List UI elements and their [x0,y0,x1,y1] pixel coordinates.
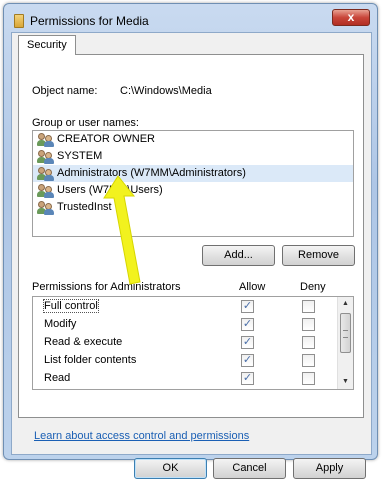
user-group-icon [37,184,55,198]
permissions-dialog: Permissions for Media x Security Object … [3,3,378,479]
user-item-administrators[interactable]: Administrators (W7MM\Administrators) [33,165,353,182]
object-name-value: C:\Windows\Media [120,85,212,97]
user-group-icon [37,167,55,181]
user-item-label: Administrators (W7MM\Administrators) [57,167,246,179]
ok-button[interactable]: OK [134,458,207,479]
remove-button[interactable]: Remove [282,245,355,266]
title-bar: Permissions for Media x [4,4,377,34]
user-group-icon [37,201,55,215]
learn-more-link[interactable]: Learn about access control and permissio… [34,430,249,442]
deny-checkbox[interactable] [302,336,315,349]
close-button[interactable]: x [332,9,370,26]
user-item-users[interactable]: Users (W7MM\Users) [33,182,353,199]
user-item-label: Users (W7MM\Users) [57,184,163,196]
folder-icon [14,14,24,28]
user-item-system[interactable]: SYSTEM [33,148,353,165]
scroll-thumb[interactable] [340,313,351,353]
allow-column-header: Allow [239,281,266,293]
scroll-up-icon[interactable]: ▲ [338,297,353,311]
group-names-label: Group or user names: [32,117,139,129]
permissions-list: Full control ✓ Modify ✓ Read & execute ✓… [32,296,354,390]
perm-label: Modify [44,318,77,330]
user-item-creator-owner[interactable]: CREATOR OWNER [33,131,353,148]
user-item-trustedinstaller[interactable]: TrustedInst [33,199,353,216]
user-item-label: TrustedInst [57,201,112,213]
deny-checkbox[interactable] [302,354,315,367]
allow-checkbox[interactable]: ✓ [241,300,254,313]
deny-checkbox[interactable] [302,300,315,313]
deny-column-header: Deny [300,281,326,293]
user-item-label: SYSTEM [57,150,103,162]
perm-row-modify: Modify ✓ [33,315,353,333]
permissions-scrollbar[interactable]: ▲ ▼ [337,297,353,389]
perm-row-read-execute: Read & execute ✓ [33,333,353,351]
perm-label: Read & execute [44,336,123,348]
allow-checkbox[interactable]: ✓ [241,354,254,367]
user-group-icon [37,133,55,147]
perm-label: Read [44,372,71,384]
deny-checkbox[interactable] [302,318,315,331]
perm-row-full-control: Full control ✓ [33,297,353,315]
cancel-button[interactable]: Cancel [213,458,286,479]
allow-checkbox[interactable]: ✓ [241,372,254,385]
dialog-body: Security Object name: C:\Windows\Media G… [11,32,372,479]
apply-button[interactable]: Apply [293,458,366,479]
allow-checkbox[interactable]: ✓ [241,318,254,331]
add-button[interactable]: Add... [202,245,275,266]
allow-checkbox[interactable]: ✓ [241,336,254,349]
tab-security[interactable]: Security [18,35,76,55]
perm-row-list-folder-contents: List folder contents ✓ [33,351,353,369]
window-title: Permissions for Media [30,14,149,28]
user-item-label: CREATOR OWNER [57,133,155,145]
scroll-down-icon[interactable]: ▼ [338,375,353,389]
perm-row-read: Read ✓ [33,369,353,387]
deny-checkbox[interactable] [302,372,315,385]
group-user-list[interactable]: CREATOR OWNER SYSTEM Administrators (W7M… [32,130,354,237]
permissions-label: Permissions for Administrators [32,281,181,293]
object-name-label: Object name: [32,85,98,97]
user-group-icon [37,150,55,164]
perm-label: Full control [43,299,99,313]
perm-label: List folder contents [44,354,137,366]
